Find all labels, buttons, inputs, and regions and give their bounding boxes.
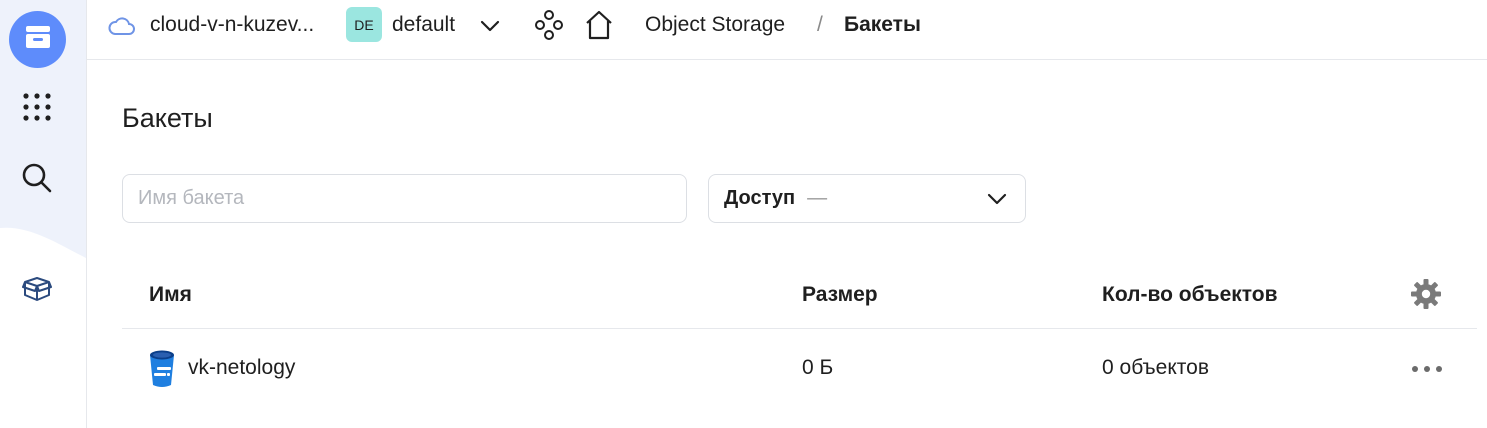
more-horizontal-icon	[1411, 360, 1443, 378]
breadcrumb-separator: /	[817, 13, 823, 36]
left-rail	[0, 0, 87, 428]
object-storage-icon	[25, 25, 51, 54]
all-services-button[interactable]	[18, 90, 56, 128]
object-storage-service-button[interactable]	[9, 11, 66, 68]
buckets-table-header: Имя Размер Кол-во объектов	[122, 262, 1477, 329]
global-search-button[interactable]	[18, 161, 56, 199]
bucket-object-count: 0 объектов	[1102, 356, 1209, 379]
column-header-size[interactable]: Размер	[802, 282, 878, 308]
search-icon	[21, 162, 53, 199]
column-header-count[interactable]: Кол-во объектов	[1102, 282, 1278, 308]
column-header-name[interactable]: Имя	[149, 282, 192, 308]
all-services-grid-icon	[22, 92, 52, 127]
cloud-selector[interactable]: cloud-v-n-kuzev...	[150, 12, 314, 38]
bucket-name-link[interactable]: vk-netology	[188, 355, 295, 381]
bucket-icon	[148, 349, 176, 389]
top-header: cloud-v-n-kuzev... DE default Object Sto…	[87, 0, 1487, 60]
marketplace-box-icon	[22, 276, 52, 307]
bucket-name-search-input[interactable]	[122, 174, 687, 223]
table-row[interactable]: vk-netology 0 Б 0 объектов	[122, 330, 1477, 406]
bucket-size: 0 Б	[802, 356, 834, 379]
access-filter-label: Доступ	[724, 187, 796, 209]
chevron-down-icon	[985, 187, 1009, 211]
folder-badge[interactable]: DE	[346, 7, 382, 42]
breadcrumb-object-storage[interactable]: Object Storage	[645, 12, 785, 38]
cloud-icon	[108, 13, 136, 39]
access-filter-value: —	[807, 187, 828, 209]
access-filter-select[interactable]: Доступ —	[708, 174, 1026, 223]
chevron-down-icon[interactable]	[478, 14, 502, 38]
home-icon[interactable]	[584, 8, 614, 42]
folder-selector[interactable]: default	[392, 12, 455, 38]
marketplace-button[interactable]	[18, 272, 56, 310]
gear-icon[interactable]	[1410, 278, 1442, 310]
row-actions-menu[interactable]	[1410, 356, 1444, 382]
breadcrumb-current: Бакеты	[844, 13, 921, 36]
page-title: Бакеты	[122, 103, 213, 133]
services-graph-icon[interactable]	[534, 8, 564, 42]
